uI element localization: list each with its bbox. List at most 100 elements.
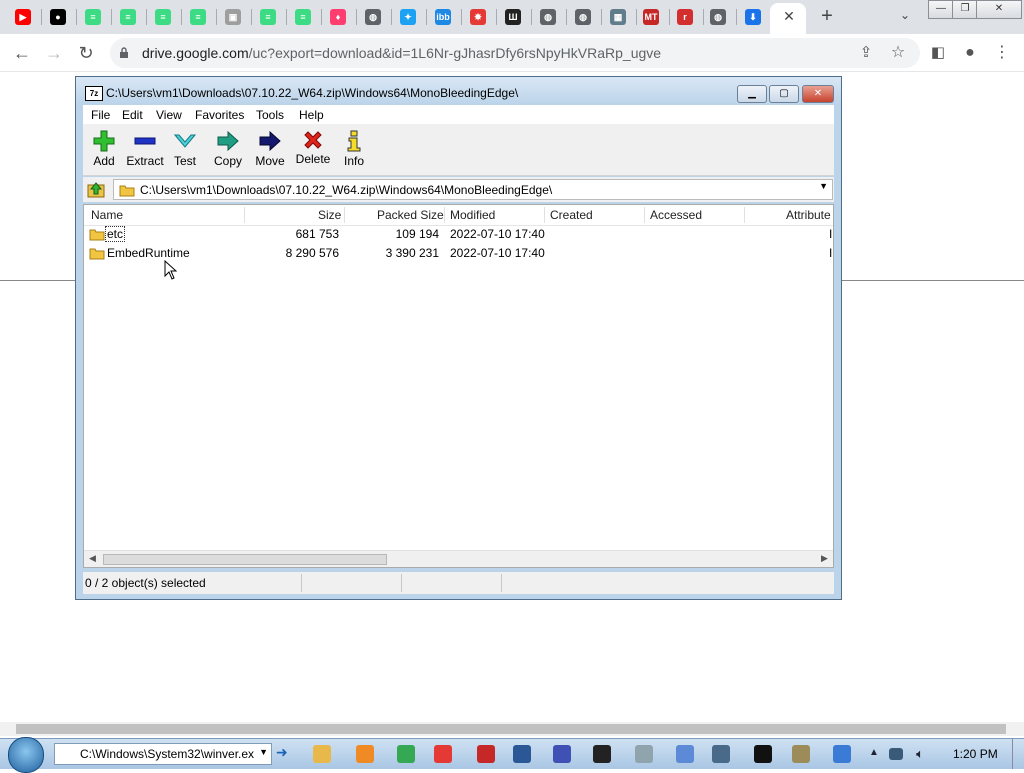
taskbar-button[interactable] [307,742,337,766]
column-divider[interactable] [744,207,745,223]
folder-up-icon[interactable] [87,180,105,198]
volume-tray-icon[interactable]: 🔈︎ [910,742,930,766]
page-scroll-thumb[interactable] [16,724,1006,734]
browser-tab[interactable]: r [672,4,698,30]
taskbar-button[interactable] [670,742,700,766]
menu-favorites[interactable]: Favorites [195,108,244,122]
browser-tab[interactable]: ≡ [185,4,211,30]
browser-tab[interactable]: ✸ [465,4,491,30]
column-divider[interactable] [544,207,545,223]
browser-tab[interactable]: ● [45,4,71,30]
chevron-down-icon[interactable]: ▼ [819,181,828,191]
address-toolbar-input[interactable]: C:\Windows\System32\winver.ex ▼ [54,743,272,765]
column-modified[interactable]: Modified [450,208,495,222]
network-tray-icon[interactable] [886,742,906,766]
copy-button[interactable]: Copy [207,130,249,174]
browser-tab[interactable]: MT [638,4,664,30]
reload-icon[interactable]: ↻ [76,43,96,63]
tab-search-button[interactable]: ⌄ [896,8,914,26]
column-divider[interactable] [444,207,445,223]
browser-tab[interactable]: ▶ [10,4,36,30]
browser-tab[interactable]: ibb [430,4,456,30]
browser-tab[interactable]: ≡ [115,4,141,30]
menu-file[interactable]: File [91,108,110,122]
table-row[interactable]: EmbedRuntime 8 290 576 3 390 231 2022-07… [84,244,833,263]
column-attribute[interactable]: Attribute [786,208,831,222]
taskbar-button[interactable] [507,742,537,766]
taskbar-button[interactable] [350,742,380,766]
taskbar-button[interactable] [547,742,577,766]
scroll-thumb[interactable] [103,554,387,565]
taskbar-button[interactable] [428,742,458,766]
info-button[interactable]: Info [336,130,372,174]
taskbar-button[interactable] [748,742,778,766]
test-button[interactable]: Test [167,130,203,174]
page-horizontal-scrollbar[interactable] [0,722,1024,736]
browser-tab[interactable]: ⬇ [740,4,766,30]
chevron-down-icon[interactable]: ▼ [259,747,268,757]
column-packed-size[interactable]: Packed Size [377,208,444,222]
scroll-left-arrow-icon[interactable]: ◀ [89,553,96,564]
menu-help[interactable]: Help [299,108,324,122]
clock[interactable]: 1:20 PM [953,747,998,761]
go-arrow-icon[interactable]: ➜ [276,744,296,764]
browser-tab[interactable]: ◍ [535,4,561,30]
column-accessed[interactable]: Accessed [650,208,702,222]
scroll-right-arrow-icon[interactable]: ▶ [821,553,828,564]
column-size[interactable]: Size [318,208,341,222]
browser-tab[interactable]: Ш [500,4,526,30]
table-row[interactable]: etc 681 753 109 194 2022-07-10 17:40 I [84,225,833,244]
new-tab-button[interactable]: + [817,6,837,26]
file-list-horizontal-scrollbar[interactable]: ◀ ▶ [84,550,833,567]
browser-tab[interactable]: ▦ [605,4,631,30]
delete-button[interactable]: Delete [290,130,336,174]
browser-tab[interactable]: ▣ [220,4,246,30]
menu-edit[interactable]: Edit [122,108,143,122]
column-divider[interactable] [644,207,645,223]
extract-button[interactable]: Extract [124,130,166,174]
taskbar-button[interactable] [706,742,736,766]
forward-arrow-icon[interactable]: → [44,43,64,63]
sevenzip-maximize-button[interactable]: ▢ [769,85,799,103]
browser-tab[interactable]: ≡ [80,4,106,30]
browser-tab[interactable]: ≡ [150,4,176,30]
add-button[interactable]: Add [83,130,125,174]
column-name[interactable]: Name [91,208,123,222]
taskbar-button[interactable] [587,742,617,766]
show-desktop-button[interactable] [1012,739,1024,769]
move-button[interactable]: Move [249,130,291,174]
taskbar-button[interactable] [391,742,421,766]
address-bar[interactable]: drive.google.com/uc?export=download&id=1… [110,38,920,68]
browser-tab[interactable]: ✦ [395,4,421,30]
profile-avatar-icon[interactable]: ● [960,43,980,63]
browser-tab[interactable]: ◍ [705,4,731,30]
column-divider[interactable] [344,207,345,223]
menu-tools[interactable]: Tools [256,108,284,122]
minimize-button[interactable]: — [928,0,954,19]
column-created[interactable]: Created [550,208,593,222]
sevenzip-minimize-button[interactable]: ▁ [737,85,767,103]
menu-kebab-icon[interactable]: ⋮ [992,43,1012,63]
taskbar-button[interactable] [629,742,659,766]
restore-button[interactable]: ❐ [952,0,978,19]
side-panel-icon[interactable]: ◧ [928,43,948,63]
taskbar-button[interactable] [786,742,816,766]
browser-tab[interactable]: ◍ [360,4,386,30]
close-tab-icon[interactable]: ✕ [781,8,797,24]
browser-tab[interactable]: ≡ [290,4,316,30]
show-hidden-icons-icon[interactable]: ▲ [869,747,879,758]
menu-view[interactable]: View [156,108,182,122]
sevenzip-path-combobox[interactable]: C:\Users\vm1\Downloads\07.10.22_W64.zip\… [113,179,833,200]
browser-tab[interactable]: ≡ [255,4,281,30]
back-arrow-icon[interactable]: ← [12,43,32,63]
taskbar-button[interactable] [827,742,857,766]
bookmark-star-icon[interactable]: ☆ [888,43,908,63]
column-divider[interactable] [244,207,245,223]
browser-tab[interactable]: ◍ [570,4,596,30]
sevenzip-close-button[interactable]: ✕ [802,85,834,103]
share-icon[interactable]: ⇪ [856,43,876,63]
browser-tab[interactable]: ♦ [325,4,351,30]
close-window-button[interactable]: ✕ [976,0,1022,19]
taskbar-button[interactable] [471,742,501,766]
sevenzip-titlebar[interactable]: 7z C:\Users\vm1\Downloads\07.10.22_W64.z… [76,77,841,104]
